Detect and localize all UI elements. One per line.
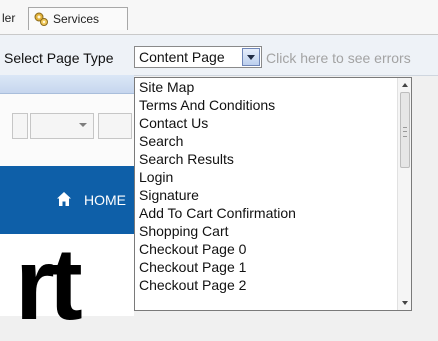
nav-home-link[interactable]: HOME [84,192,126,208]
grip-icon [403,127,407,137]
editor-control[interactable] [12,113,28,139]
dropdown-option[interactable]: Login [135,168,399,186]
editor-toolbar-row [0,94,134,167]
tab-services-label: Services [53,12,100,26]
dropdown-option[interactable]: Search [135,132,399,150]
dropdown-option[interactable]: Checkout Page 0 [135,240,399,258]
dropdown-option[interactable]: Search Results [135,150,399,168]
dropdown-arrow-icon[interactable] [242,48,260,66]
tab-services[interactable]: Services [28,7,128,30]
tab-ler[interactable]: ler [0,7,29,29]
page-type-value: Content Page [139,49,225,65]
page-type-select[interactable]: Content Page [134,46,262,68]
gear-group-icon [34,12,48,26]
editor-header-bar [0,75,134,94]
dropdown-option[interactable]: Signature [135,186,399,204]
site-logo-text: rt [15,227,83,341]
scroll-down-arrow-icon[interactable] [400,298,410,308]
dropdown-option[interactable]: Contact Us [135,114,399,132]
dropdown-option[interactable]: Add To Cart Confirmation [135,204,399,222]
home-icon[interactable] [56,191,72,207]
chevron-down-icon [79,123,87,127]
dropdown-option[interactable]: Terms And Conditions [135,96,399,114]
editor-dropdown[interactable] [30,113,94,139]
page-type-dropdown-list[interactable]: Site Map Terms And Conditions Contact Us Se… [134,77,412,311]
see-errors-link[interactable]: Click here to see errors [266,50,411,66]
dropdown-option[interactable]: Site Map [135,78,399,96]
scroll-up-arrow-icon[interactable] [400,80,410,90]
page-type-label: Select Page Type [4,50,114,66]
dropdown-option[interactable]: Checkout Page 1 [135,258,399,276]
editor-control[interactable] [98,113,132,139]
dropdown-scrollbar[interactable] [397,78,411,310]
dropdown-options: Site Map Terms And Conditions Contact Us Se… [135,78,399,294]
tab-ler-label: ler [2,11,16,25]
dropdown-option[interactable]: Checkout Page 2 [135,276,399,294]
scroll-thumb[interactable] [400,92,410,168]
dropdown-option[interactable]: Shopping Cart [135,222,399,240]
